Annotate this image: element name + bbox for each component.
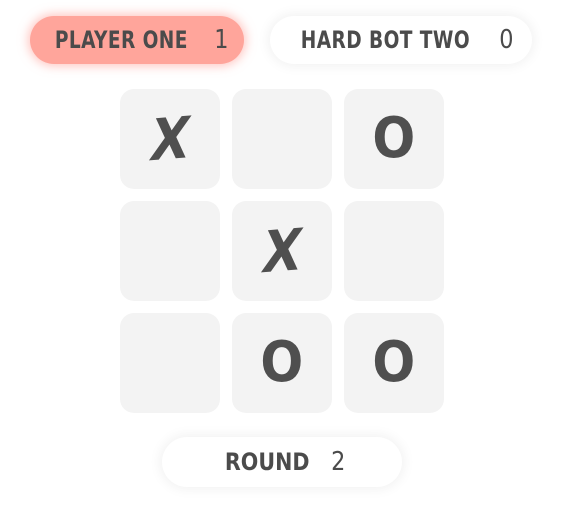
cell-mark: O xyxy=(372,106,416,171)
player-two-score-pill: HARD BOT TWO 0 xyxy=(270,16,532,64)
player-one-name: PLAYER ONE xyxy=(54,26,188,54)
game-board: X O X O O xyxy=(120,89,444,413)
player-one-score-pill: PLAYER ONE 1 xyxy=(30,16,244,64)
cell-mark: X xyxy=(145,103,195,175)
round-number: 2 xyxy=(331,447,346,477)
round-label: ROUND xyxy=(224,448,310,476)
round-indicator: ROUND 2 xyxy=(162,437,402,487)
board-cell-5[interactable]: X xyxy=(232,201,332,301)
player-two-name: HARD BOT TWO xyxy=(300,26,471,54)
player-one-score: 1 xyxy=(214,25,229,55)
board-cell-8[interactable]: O xyxy=(232,313,332,413)
board-cell-3[interactable]: O xyxy=(344,89,444,189)
board-cell-4[interactable] xyxy=(120,201,220,301)
board-cell-6[interactable] xyxy=(344,201,444,301)
player-two-score: 0 xyxy=(499,25,514,55)
board-cell-2[interactable] xyxy=(232,89,332,189)
cell-mark: O xyxy=(372,330,416,395)
game-screen: PLAYER ONE 1 HARD BOT TWO 0 X O X O O RO… xyxy=(0,0,566,506)
cell-mark: X xyxy=(257,215,307,287)
board-cell-1[interactable]: X xyxy=(120,89,220,189)
cell-mark: O xyxy=(260,330,304,395)
board-cell-7[interactable] xyxy=(120,313,220,413)
board-cell-9[interactable]: O xyxy=(344,313,444,413)
